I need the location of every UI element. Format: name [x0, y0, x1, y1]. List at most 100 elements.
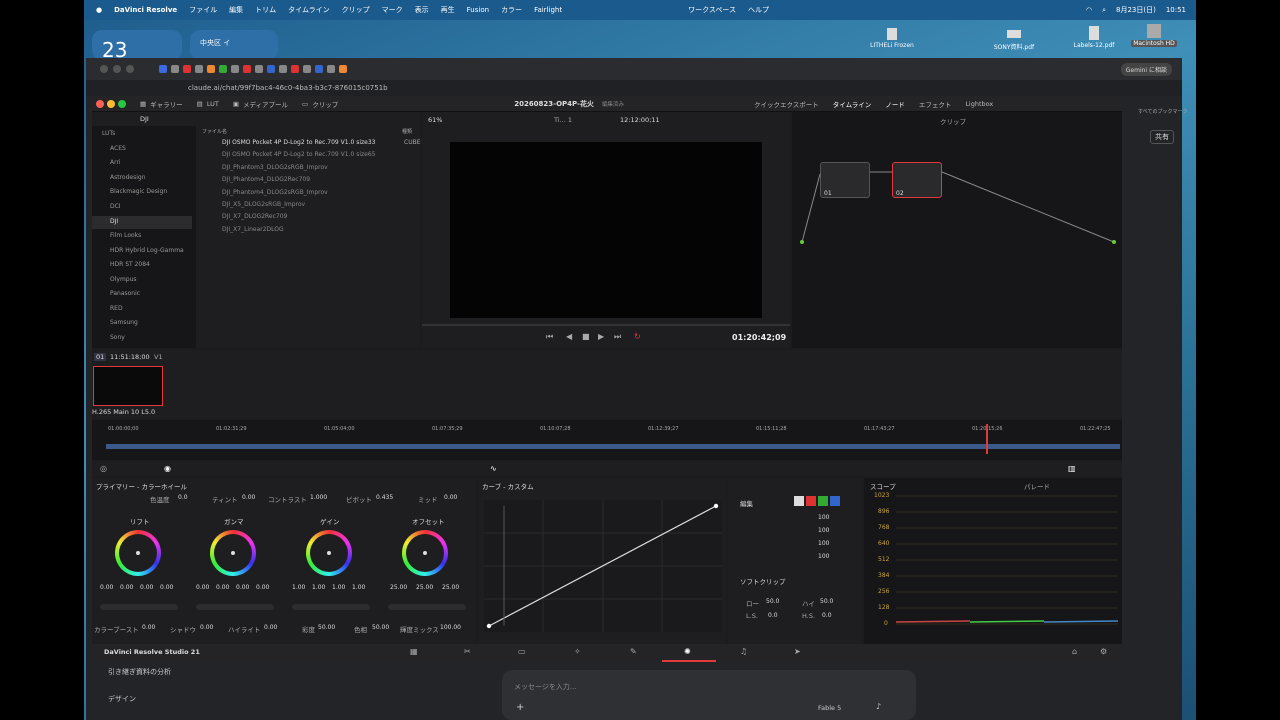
tab-lut[interactable]: LUT: [207, 100, 219, 108]
channel-y-button[interactable]: [794, 496, 804, 506]
lut-file[interactable]: DJI_X7_DLOG2Rec709: [222, 213, 287, 220]
lut-file[interactable]: DJI_Phantom4_DLOG2Rec709: [222, 176, 310, 183]
sidebar-chat-item[interactable]: 引き継ぎ資料の分析: [108, 667, 171, 677]
lut-file[interactable]: DJI OSMO Pocket 4P D-Log2 to Rec.709 V1.…: [222, 139, 375, 146]
tab-favicon[interactable]: [243, 65, 251, 73]
boost-value[interactable]: 0.00: [142, 624, 155, 631]
offset-master-slider[interactable]: [388, 604, 466, 610]
tab-favicon[interactable]: [267, 65, 275, 73]
attach-icon[interactable]: +: [516, 702, 524, 713]
skip-back-icon[interactable]: ⏮: [546, 332, 553, 342]
menu-view[interactable]: 表示: [415, 5, 429, 15]
lightbox-button[interactable]: Lightbox: [965, 100, 993, 108]
calendar-widget[interactable]: 23: [92, 30, 182, 62]
tab-favicon[interactable]: [207, 65, 215, 73]
apple-icon[interactable]: ●: [96, 6, 102, 14]
lut-file[interactable]: DJI_Phantom4_DLOG2sRGB_Improv: [222, 189, 328, 196]
wheel-value[interactable]: 1.00: [352, 584, 365, 591]
menu-help[interactable]: ヘルプ: [748, 5, 769, 15]
gemini-button[interactable]: Gemini に相談: [1120, 63, 1172, 76]
media-page-icon[interactable]: ▦: [410, 647, 418, 656]
desktop-drive[interactable]: Macintosh HD: [1126, 24, 1182, 47]
stop-icon[interactable]: ■: [582, 332, 590, 341]
menu-timeline[interactable]: タイムライン: [288, 5, 330, 15]
hs-value[interactable]: 0.0: [822, 612, 832, 619]
timeline-track-v1[interactable]: [106, 444, 1120, 449]
col-type[interactable]: 種類: [402, 128, 412, 135]
lut-folder[interactable]: HDR Hybrid Log-Gamma: [110, 247, 184, 254]
channel-r-button[interactable]: [806, 496, 816, 506]
wheel-value[interactable]: 25.00: [442, 584, 459, 591]
lut-folder[interactable]: Sony: [110, 334, 125, 341]
scopes-icon[interactable]: ▥: [1068, 464, 1076, 473]
curve-y-value[interactable]: 100: [818, 514, 829, 521]
wheel-value[interactable]: 0.00: [120, 584, 133, 591]
fusion-page-icon[interactable]: ✎: [630, 647, 637, 656]
desktop-file-labels[interactable]: Labels-12.pdf: [1064, 26, 1124, 49]
zoom-level[interactable]: 61%: [428, 116, 442, 124]
clip-thumbnail[interactable]: [93, 366, 163, 406]
lut-folder[interactable]: ACES: [110, 145, 126, 152]
gamma-wheel[interactable]: [210, 530, 256, 576]
curve-g-value[interactable]: 100: [818, 540, 829, 547]
sidebar-design-item[interactable]: デザイン: [108, 694, 136, 704]
tab-gallery[interactable]: ギャラリー: [150, 99, 183, 109]
fusion-page-icon[interactable]: ✧: [574, 647, 581, 656]
timeline-select[interactable]: Ti... 1: [554, 116, 572, 124]
curves-icon[interactable]: ∿: [490, 464, 497, 473]
menu-fairlight[interactable]: Fairlight: [534, 6, 562, 14]
edit-page-icon[interactable]: ▭: [518, 647, 526, 656]
wheel-value[interactable]: 25.00: [416, 584, 433, 591]
low-value[interactable]: 50.0: [766, 598, 779, 605]
curve-graph[interactable]: [484, 500, 722, 632]
scrubber-bar[interactable]: [422, 324, 790, 326]
desktop-file-lithe[interactable]: LITHELi Frozen: [862, 28, 922, 49]
contrast-value[interactable]: 1.000: [310, 494, 327, 501]
lut-folder[interactable]: Arri: [110, 159, 121, 166]
tab-media-pool[interactable]: メディアプール: [243, 99, 288, 109]
lut-file[interactable]: DJI_Phantom3_DLOG2sRGB_Improv: [222, 164, 328, 171]
saturation-value[interactable]: 50.00: [318, 624, 335, 631]
effects-button[interactable]: エフェクト: [919, 99, 952, 109]
gamma-master-slider[interactable]: [196, 604, 274, 610]
hue-value[interactable]: 50.00: [372, 624, 389, 631]
shadow-value[interactable]: 0.00: [200, 624, 213, 631]
close-icon[interactable]: [100, 65, 108, 73]
menu-edit[interactable]: 編集: [229, 5, 243, 15]
menu-trim[interactable]: トリム: [255, 5, 276, 15]
gain-master-slider[interactable]: [292, 604, 370, 610]
wheel-value[interactable]: 25.00: [390, 584, 407, 591]
tab-favicon[interactable]: [195, 65, 203, 73]
video-viewer[interactable]: [450, 142, 762, 318]
lut-folder[interactable]: RED: [110, 305, 123, 312]
tab-favicon[interactable]: [303, 65, 311, 73]
tab-favicon[interactable]: [339, 65, 347, 73]
col-file-name[interactable]: ファイル名: [202, 128, 227, 135]
tab-favicon[interactable]: [291, 65, 299, 73]
chat-input-placeholder[interactable]: メッセージを入力...: [514, 682, 577, 692]
lift-wheel[interactable]: [115, 530, 161, 576]
wifi-icon[interactable]: ◠: [1086, 6, 1092, 14]
node-editor[interactable]: クリップ 01 02: [792, 112, 1122, 348]
address-bar[interactable]: claude.ai/chat/99f7bac4-46c0-4ba3-b3c7-8…: [86, 80, 1182, 96]
menu-file[interactable]: ファイル: [189, 5, 217, 15]
curve-b-value[interactable]: 100: [818, 553, 829, 560]
lut-folder[interactable]: Blackmagic Design: [110, 188, 167, 195]
channel-b-button[interactable]: [830, 496, 840, 506]
tab-favicon[interactable]: [219, 65, 227, 73]
wheel-value[interactable]: 0.00: [236, 584, 249, 591]
settings-icon[interactable]: ⚙: [1100, 647, 1107, 656]
play-icon[interactable]: ▶: [598, 332, 604, 341]
tab-favicon[interactable]: [159, 65, 167, 73]
lut-folder[interactable]: Samsung: [110, 319, 138, 326]
zoom-icon[interactable]: [118, 99, 126, 108]
tab-clip[interactable]: クリップ: [312, 99, 338, 109]
menu-play[interactable]: 再生: [441, 5, 455, 15]
scope-mode[interactable]: パレード: [1024, 481, 1050, 491]
zoom-icon[interactable]: [126, 65, 134, 73]
pivot-value[interactable]: 0.435: [376, 494, 393, 501]
mid-value[interactable]: 0.00: [444, 494, 457, 501]
color-page-tab[interactable]: ✺: [662, 644, 716, 662]
color-wheels-icon[interactable]: ◉: [164, 464, 171, 473]
playhead[interactable]: [986, 424, 988, 454]
